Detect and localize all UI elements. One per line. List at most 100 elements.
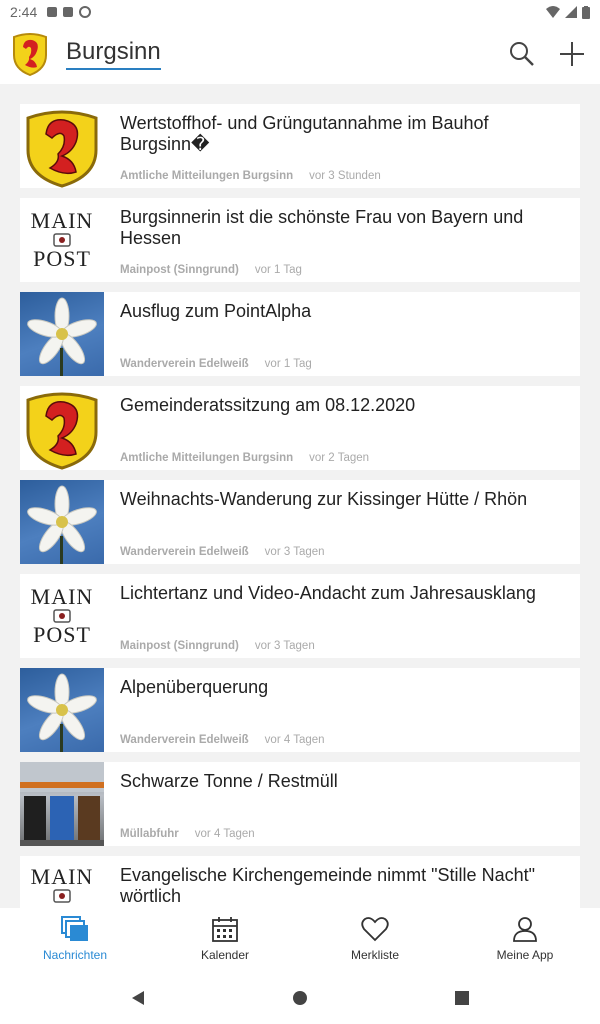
bottom-navigation: Nachrichten Kalender Merkliste Meine App [0,908,600,972]
news-headline: Ausflug zum PointAlpha [120,301,312,321]
news-time: vor 4 Tagen [264,734,325,746]
nav-item-meine-app[interactable]: Meine App [450,908,600,972]
news-meta: Wanderverein Edelweiß vor 3 Tagen [120,546,325,558]
news-source: Müllabfuhr [120,828,179,840]
news-card-body: Weihnachts-Wanderung zur Kissinger Hütte… [104,480,580,564]
municipality-logo [10,31,50,77]
news-source: Wanderverein Edelweiß [120,734,249,746]
news-card-body: Evangelische Kirchengemeinde nimmt "Stil… [104,856,580,908]
mainpost-logo-thumbnail: MAIN POST [20,574,104,658]
news-source: Mainpost (Sinngrund) [120,640,239,652]
status-bar: 2:44 [0,0,600,24]
news-meta: Müllabfuhr vor 4 Tagen [120,828,255,840]
nav-label: Merkliste [350,948,399,962]
news-time: vor 2 Tagen [309,452,370,464]
notification-a-icon [47,7,58,17]
news-source: Mainpost (Sinngrund) [120,264,239,276]
news-feed[interactable]: Wertstoffhof- und Grüngutannahme im Bauh… [20,104,580,908]
news-meta: Amtliche Mitteilungen Burgsinn vor 2 Tag… [120,452,369,464]
news-time: vor 3 Tagen [264,546,325,558]
news-card-body: Lichtertanz und Video-Andacht zum Jahres… [104,574,580,658]
wifi-icon [546,6,560,18]
crest-icon [53,889,71,903]
news-card[interactable]: Wertstoffhof- und Grüngutannahme im Bauh… [20,104,580,188]
page-title: Burgsinn [66,38,161,70]
home-icon[interactable] [292,990,308,1006]
news-card-body: Alpenüberquerung Wanderverein Edelweiß v… [104,668,580,752]
edelweiss-thumbnail [20,668,104,752]
heart-icon [361,917,389,942]
news-headline: Alpenüberquerung [120,677,269,697]
search-icon [510,42,534,66]
news-card-body: Wertstoffhof- und Grüngutannahme im Bauh… [104,104,580,188]
news-time: vor 3 Stunden [309,170,381,182]
news-headline: Weihnachts-Wanderung zur Kissinger Hütte… [120,489,528,509]
sync-icon [79,6,92,18]
news-headline: Schwarze Tonne / Restmüll [120,771,338,791]
news-card[interactable]: Gemeinderatssitzung am 08.12.2020 Amtlic… [20,386,580,470]
news-card[interactable]: Schwarze Tonne / Restmüll Müllabfuhr vor… [20,762,580,846]
news-meta: Wanderverein Edelweiß vor 1 Tag [120,358,312,370]
mainpost-logo-line1: MAIN [30,584,94,609]
back-icon[interactable] [130,990,146,1006]
nav-item-nachrichten[interactable]: Nachrichten [0,908,150,972]
news-card[interactable]: Weihnachts-Wanderung zur Kissinger Hütte… [20,480,580,564]
edelweiss-thumbnail [20,480,104,564]
status-time: 2:44 [10,4,38,20]
news-headline: Gemeinderatssitzung am 08.12.2020 [120,395,416,415]
system-navigation-bar [0,972,600,1024]
news-source: Wanderverein Edelweiß [120,358,249,370]
mainpost-logo-line1: MAIN [30,864,94,889]
news-card-body: Burgsinnerin ist die schönste Frau von B… [104,198,580,282]
mainpost-logo-thumbnail: MAIN [20,856,104,908]
nav-label: Nachrichten [42,948,108,962]
plus-icon [560,42,584,66]
mainpost-logo-thumbnail: MAIN POST [20,198,104,282]
status-notification-icons [47,6,92,18]
signal-icon [565,6,577,18]
news-source: Amtliche Mitteilungen Burgsinn [120,452,294,464]
news-card-body: Schwarze Tonne / Restmüll Müllabfuhr vor… [104,762,580,846]
edelweiss-thumbnail [20,292,104,376]
news-card[interactable]: MAIN POST Burgsinnerin ist die schönste … [20,198,580,282]
news-headline: Evangelische Kirchengemeinde nimmt "Stil… [120,865,535,906]
news-headline: Burgsinnerin ist die schönste Frau von B… [120,207,524,248]
status-system-icons [546,5,590,19]
mainpost-logo-line2: POST [33,246,91,271]
news-card[interactable]: MAIN Evangelische Kirchengemeinde nimmt … [20,856,580,908]
news-time: vor 1 Tag [264,358,312,370]
mainpost-logo-line1: MAIN [30,208,94,233]
news-meta: Wanderverein Edelweiß vor 4 Tagen [120,734,325,746]
news-card[interactable]: MAIN POST Lichtertanz und Video-Andacht … [20,574,580,658]
news-icon [61,916,88,941]
news-source: Wanderverein Edelweiß [120,546,249,558]
news-card-body: Ausflug zum PointAlpha Wanderverein Edel… [104,292,580,376]
add-button[interactable] [556,38,588,70]
news-meta: Amtliche Mitteilungen Burgsinn vor 3 Stu… [120,170,381,182]
app-bar: Burgsinn [0,24,600,84]
news-time: vor 3 Tagen [254,640,315,652]
calendar-icon [212,917,238,942]
mainpost-logo-line2: POST [33,622,91,647]
sd-card-icon [63,7,74,17]
search-button[interactable] [506,38,538,70]
nav-label: Kalender [200,948,250,962]
recents-icon[interactable] [454,990,470,1006]
coat-of-arms-thumbnail [20,104,104,188]
coat-of-arms-thumbnail [20,386,104,470]
news-time: vor 1 Tag [254,264,302,276]
nav-item-kalender[interactable]: Kalender [150,908,300,972]
news-meta: Mainpost (Sinngrund) vor 1 Tag [120,264,302,276]
news-headline: Wertstoffhof- und Grüngutannahme im Bauh… [120,113,489,154]
battery-icon [582,5,590,19]
news-card-body: Gemeinderatssitzung am 08.12.2020 Amtlic… [104,386,580,470]
news-time: vor 4 Tagen [194,828,255,840]
waste-bins-thumbnail [20,762,104,846]
news-card[interactable]: Ausflug zum PointAlpha Wanderverein Edel… [20,292,580,376]
news-source: Amtliche Mitteilungen Burgsinn [120,170,294,182]
person-icon [513,917,537,942]
news-headline: Lichtertanz und Video-Andacht zum Jahres… [120,583,536,603]
news-card[interactable]: Alpenüberquerung Wanderverein Edelweiß v… [20,668,580,752]
nav-label: Meine App [496,948,554,962]
nav-item-merkliste[interactable]: Merkliste [300,908,450,972]
